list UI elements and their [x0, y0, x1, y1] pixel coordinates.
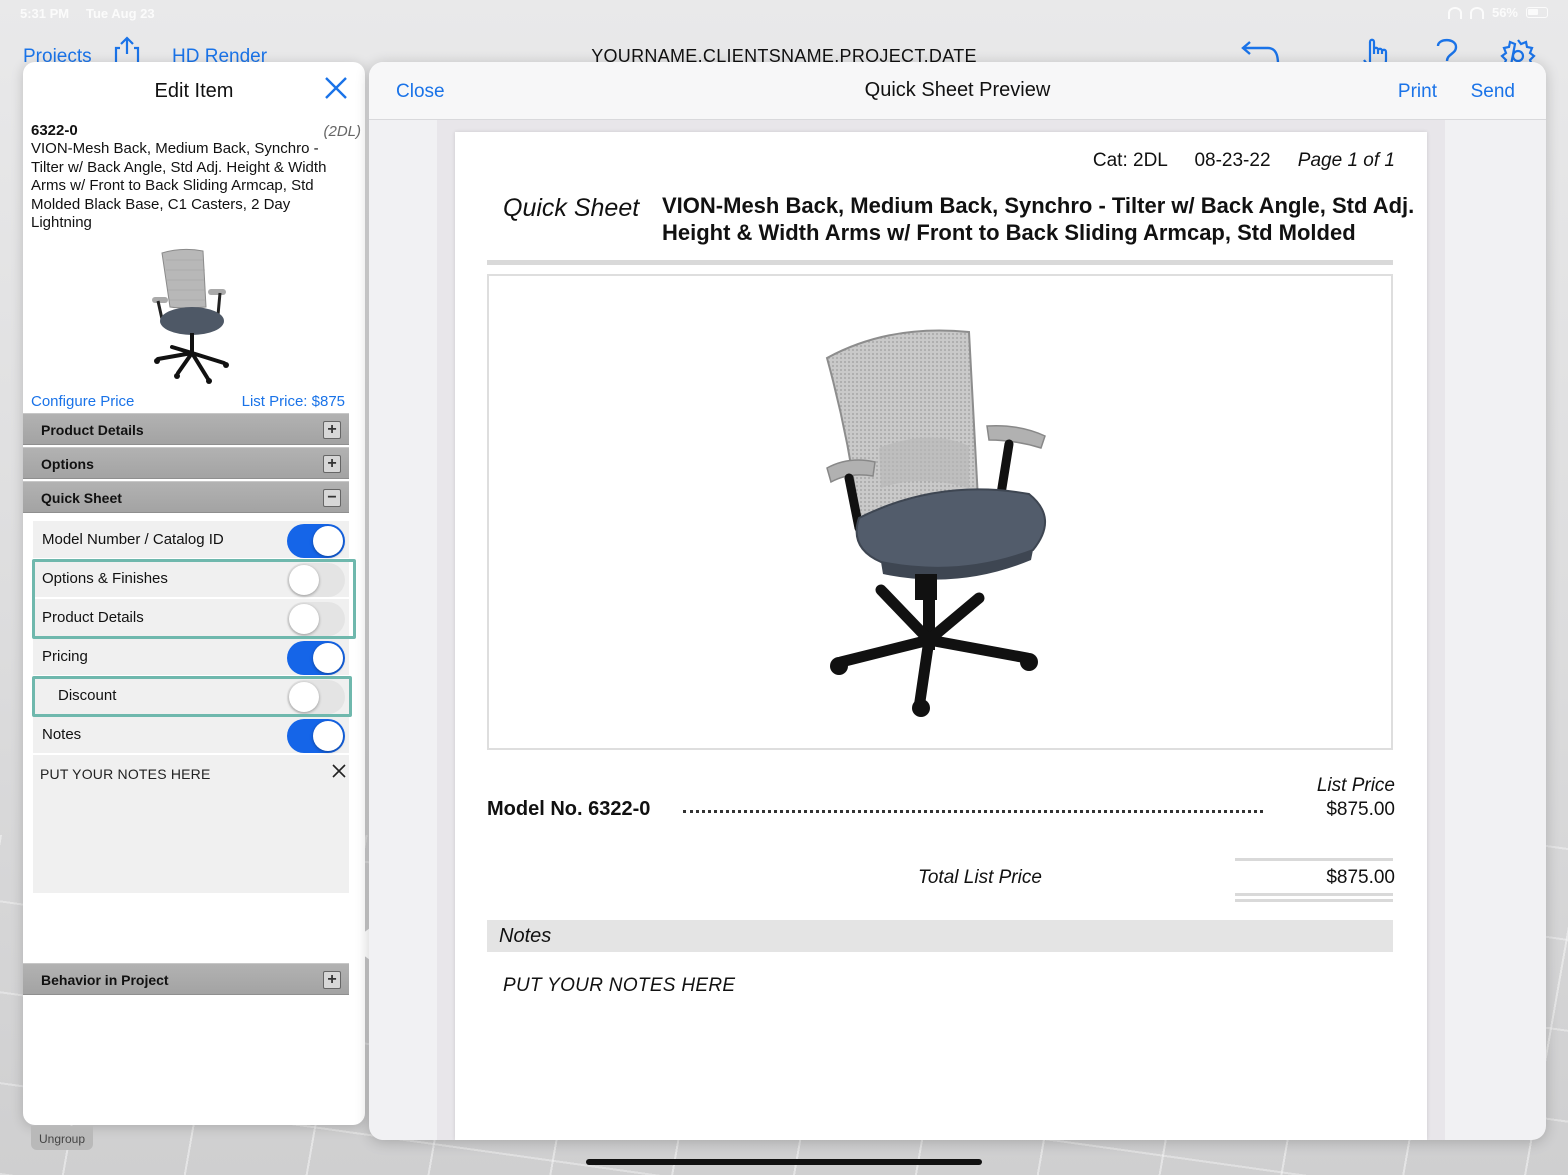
expand-plus-icon[interactable]: +	[323, 421, 341, 439]
clear-notes-icon[interactable]	[331, 759, 347, 785]
status-indicators: 56%	[1447, 5, 1548, 20]
total-double-rule	[1235, 899, 1393, 902]
print-button[interactable]: Print	[1398, 81, 1437, 103]
status-bar: 5:31 PM Tue Aug 23 56%	[0, 0, 1568, 28]
section-label: Behavior in Project	[41, 972, 169, 988]
chair-image	[825, 329, 1047, 717]
list-price-label: List Price	[1316, 775, 1395, 796]
switch-knob	[313, 721, 343, 751]
switch-knob	[289, 565, 319, 595]
expand-plus-icon[interactable]: +	[323, 455, 341, 473]
notes-textarea[interactable]: PUT YOUR NOTES HERE	[33, 755, 349, 893]
model-number: Model No. 6322-0	[487, 798, 651, 820]
notes-text: PUT YOUR NOTES HERE	[40, 766, 211, 782]
quick-sheet-row-discount: Discount	[33, 677, 349, 715]
row-label: Notes	[42, 726, 82, 743]
popover-pointer	[348, 928, 370, 960]
toggle-product-details[interactable]	[287, 602, 345, 636]
preview-header: Close Quick Sheet Preview Print Send	[369, 62, 1546, 120]
row-label: Discount	[58, 687, 117, 704]
item-description: VION-Mesh Back, Medium Back, Synchro - T…	[31, 140, 327, 231]
sheet-product-title: VION-Mesh Back, Medium Back, Synchro - T…	[662, 193, 1415, 245]
toggle-pricing[interactable]	[287, 641, 345, 675]
toggle-discount[interactable]	[287, 680, 345, 714]
send-button[interactable]: Send	[1471, 81, 1515, 103]
battery-percent: 56%	[1491, 5, 1518, 20]
sheet-date: 08-23-22	[1194, 150, 1271, 171]
section-options[interactable]: Options +	[23, 447, 349, 479]
battery-icon	[1526, 7, 1548, 18]
configure-price-link[interactable]: Configure Price	[31, 393, 134, 410]
quick-sheet-row-pricing: Pricing	[33, 638, 349, 676]
status-time: 5:31 PM	[20, 6, 70, 21]
section-behavior-in-project[interactable]: Behavior in Project +	[23, 963, 349, 995]
quick-sheet-row-product-details: Product Details	[33, 599, 349, 637]
expand-plus-icon[interactable]: +	[323, 971, 341, 989]
collapse-minus-icon[interactable]: −	[323, 489, 341, 507]
section-label: Product Details	[41, 422, 144, 438]
total-double-rule	[1235, 893, 1393, 896]
sheet-cat: Cat: 2DL	[1092, 150, 1168, 171]
quick-sheet-page: Cat: 2DL 08-23-22 Page 1 of 1 Quick Shee…	[455, 132, 1427, 1140]
list-price-link[interactable]: List Price: $875	[242, 393, 345, 410]
toggle-notes[interactable]	[287, 719, 345, 753]
edit-item-title: Edit Item	[154, 80, 234, 102]
total-list-price-label: Total List Price	[918, 867, 1042, 888]
section-product-details[interactable]: Product Details +	[23, 413, 349, 445]
quick-sheet-row-options-finishes: Options & Finishes	[33, 560, 349, 598]
row-label: Model Number / Catalog ID	[42, 531, 224, 548]
row-label: Product Details	[42, 609, 144, 626]
total-rule	[1235, 858, 1393, 861]
line-price: $875.00	[1326, 799, 1395, 820]
toggle-model-number[interactable]	[287, 524, 345, 558]
total-list-price: $875.00	[1326, 867, 1395, 888]
notes-label: Notes	[499, 925, 552, 947]
quick-sheet-row-notes: Notes	[33, 716, 349, 754]
row-label: Pricing	[42, 648, 88, 665]
section-label: Options	[41, 456, 94, 472]
section-quick-sheet[interactable]: Quick Sheet −	[23, 481, 349, 513]
quick-sheet-preview-modal: Close Quick Sheet Preview Print Send Cat…	[369, 62, 1546, 1140]
home-indicator[interactable]	[586, 1159, 982, 1165]
switch-knob	[289, 604, 319, 634]
leader-dots	[683, 803, 1263, 813]
preview-title: Quick Sheet Preview	[864, 79, 1051, 101]
notes-header-bar: Notes	[487, 920, 1393, 952]
product-image-frame	[487, 274, 1393, 750]
section-label: Quick Sheet	[41, 490, 122, 506]
title-divider	[487, 260, 1393, 265]
ungroup-button[interactable]: Ungroup	[31, 1126, 93, 1150]
switch-knob	[313, 526, 343, 556]
switch-knob	[289, 682, 319, 712]
notes-body: PUT YOUR NOTES HERE	[503, 975, 736, 996]
status-date: Tue Aug 23	[86, 6, 155, 21]
catalog-code: (2DL)	[323, 123, 361, 140]
row-label: Options & Finishes	[42, 570, 168, 587]
orientation-lock-icon	[1469, 6, 1484, 19]
quick-sheet-row-model-number: Model Number / Catalog ID	[33, 521, 349, 559]
sheet-meta: Cat: 2DL 08-23-22 Page 1 of 1	[1071, 150, 1395, 172]
sheet-page: Page 1 of 1	[1297, 150, 1395, 171]
model-id: 6322-0	[31, 122, 78, 139]
sheet-label: Quick Sheet	[503, 194, 640, 222]
switch-knob	[313, 643, 343, 673]
chair-thumbnail	[152, 248, 229, 384]
edit-item-header: Edit Item	[23, 62, 365, 118]
edit-item-panel: Edit Item 6322-0 (2DL) VION-Mesh Back, M…	[23, 62, 365, 1125]
wifi-icon	[1447, 6, 1462, 19]
close-icon[interactable]	[323, 74, 349, 106]
toggle-options-finishes[interactable]	[287, 563, 345, 597]
